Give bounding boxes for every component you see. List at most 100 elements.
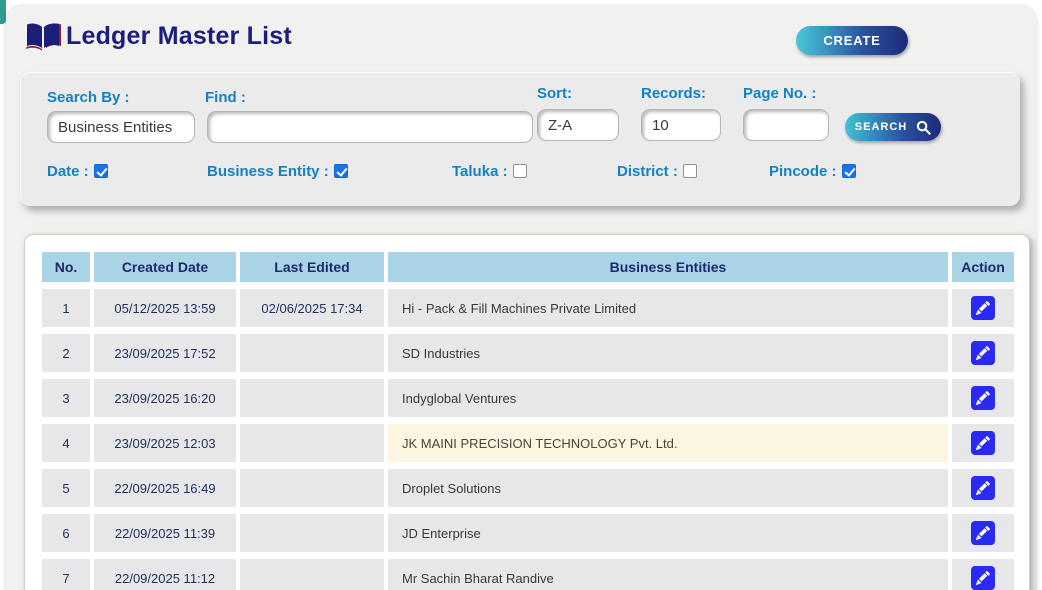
edit-icon [976, 391, 990, 405]
search-button-label: SEARCH [855, 121, 907, 133]
create-button[interactable]: CREATE [796, 26, 908, 55]
last-edited-cell [240, 469, 384, 507]
business-entity-checkbox[interactable] [334, 164, 348, 178]
business-entity-cell[interactable]: Indyglobal Ventures [388, 379, 948, 417]
filter-label: Pincode : [769, 163, 837, 180]
created-date-cell: 22/09/2025 11:12 [94, 559, 236, 590]
business-entity-cell[interactable]: Mr Sachin Bharat Randive [388, 559, 948, 590]
edit-button[interactable] [971, 386, 995, 410]
edit-icon [976, 346, 990, 360]
search-by-label: Search By : [47, 89, 130, 106]
created-date-cell: 22/09/2025 11:39 [94, 514, 236, 552]
filter-label: Date : [47, 163, 89, 180]
column-header-no: No. [42, 252, 90, 282]
edit-button[interactable] [971, 296, 995, 320]
filter-row: Date : Business Entity : Taluka : District … [21, 163, 1020, 189]
row-number-cell: 7 [42, 559, 90, 590]
row-number-cell: 3 [42, 379, 90, 417]
filter-label: Taluka : [452, 163, 508, 180]
created-date-cell: 23/09/2025 16:20 [94, 379, 236, 417]
edit-button[interactable] [971, 341, 995, 365]
business-entity-cell[interactable]: JD Enterprise [388, 514, 948, 552]
business-entity-cell[interactable]: Droplet Solutions [388, 469, 948, 507]
action-cell [952, 379, 1014, 417]
created-date-cell: 05/12/2025 13:59 [94, 289, 236, 327]
date-checkbox[interactable] [94, 164, 108, 178]
edit-button[interactable] [971, 431, 995, 455]
page-title: Ledger Master List [66, 22, 292, 51]
column-header-action: Action [952, 252, 1014, 282]
last-edited-cell [240, 559, 384, 590]
row-number-cell: 6 [42, 514, 90, 552]
action-cell [952, 334, 1014, 372]
edit-icon [976, 571, 990, 585]
ledger-table-card: No.Created DateLast EditedBusiness Entit… [24, 234, 1030, 590]
created-date-cell: 23/09/2025 12:03 [94, 424, 236, 462]
table-header-row: No.Created DateLast EditedBusiness Entit… [42, 252, 1014, 282]
table-row: 423/09/2025 12:03 JK MAINI PRECISION TECH… [42, 424, 1014, 462]
page-header: Ledger Master List CREATE [6, 6, 1036, 72]
row-number-cell: 1 [42, 289, 90, 327]
find-label: Find : [205, 89, 246, 106]
table-row: 223/09/2025 17:52 SD Industries [42, 334, 1014, 372]
row-number-cell: 4 [42, 424, 90, 462]
filter-date: Date : [47, 163, 108, 181]
table-row: 522/09/2025 16:49 Droplet Solutions [42, 469, 1014, 507]
edit-button[interactable] [971, 566, 995, 590]
search-by-select[interactable] [47, 111, 195, 143]
pincode-checkbox[interactable] [842, 164, 856, 178]
column-header-business-entities: Business Entities [388, 252, 948, 282]
column-header-last-edited: Last Edited [240, 252, 384, 282]
last-edited-cell [240, 514, 384, 552]
filter-district: District : [617, 163, 697, 181]
edit-icon [976, 301, 990, 315]
table-body: 105/12/2025 13:5902/06/2025 17:34Hi - Pa… [42, 289, 1014, 590]
edit-icon [976, 526, 990, 540]
table-row: 105/12/2025 13:5902/06/2025 17:34Hi - Pa… [42, 289, 1014, 327]
edit-button[interactable] [971, 476, 995, 500]
table-row: 323/09/2025 16:20 Indyglobal Ventures [42, 379, 1014, 417]
row-number-cell: 5 [42, 469, 90, 507]
page-no-input[interactable] [743, 109, 829, 141]
action-cell [952, 289, 1014, 327]
search-icon [916, 120, 931, 135]
filter-pincode: Pincode : [769, 163, 856, 181]
edit-button[interactable] [971, 521, 995, 545]
search-panel: Search By : Find : Sort: Records: Page N… [20, 72, 1020, 206]
business-entity-cell[interactable]: Hi - Pack & Fill Machines Private Limite… [388, 289, 948, 327]
edit-icon [976, 481, 990, 495]
last-edited-cell: 02/06/2025 17:34 [240, 289, 384, 327]
taluka-checkbox[interactable] [513, 164, 527, 178]
action-cell [952, 559, 1014, 590]
records-label: Records: [641, 85, 706, 102]
filter-label: District : [617, 163, 678, 180]
ledger-table: No.Created DateLast EditedBusiness Entit… [38, 245, 1018, 590]
created-date-cell: 23/09/2025 17:52 [94, 334, 236, 372]
records-input[interactable] [641, 109, 721, 141]
row-number-cell: 2 [42, 334, 90, 372]
last-edited-cell [240, 334, 384, 372]
main-card: Ledger Master List CREATE Search By : Fi… [6, 6, 1036, 590]
search-button[interactable]: SEARCH [845, 113, 941, 141]
edit-icon [976, 436, 990, 450]
action-cell [952, 424, 1014, 462]
business-entity-cell[interactable]: SD Industries [388, 334, 948, 372]
ledger-book-icon [25, 21, 63, 58]
page-no-label: Page No. : [743, 85, 816, 102]
sort-label: Sort: [537, 85, 572, 102]
last-edited-cell [240, 379, 384, 417]
filter-label: Business Entity : [207, 163, 329, 180]
table-row: 622/09/2025 11:39 JD Enterprise [42, 514, 1014, 552]
column-header-created-date: Created Date [94, 252, 236, 282]
filter-business-entity: Business Entity : [207, 163, 348, 181]
business-entity-cell[interactable]: JK MAINI PRECISION TECHNOLOGY Pvt. Ltd. [388, 424, 948, 462]
last-edited-cell [240, 424, 384, 462]
created-date-cell: 22/09/2025 16:49 [94, 469, 236, 507]
filter-taluka: Taluka : [452, 163, 527, 181]
action-cell [952, 514, 1014, 552]
find-input[interactable] [207, 111, 533, 143]
action-cell [952, 469, 1014, 507]
district-checkbox[interactable] [683, 164, 697, 178]
table-row: 722/09/2025 11:12 Mr Sachin Bharat Randiv… [42, 559, 1014, 590]
sort-input[interactable] [537, 109, 619, 141]
